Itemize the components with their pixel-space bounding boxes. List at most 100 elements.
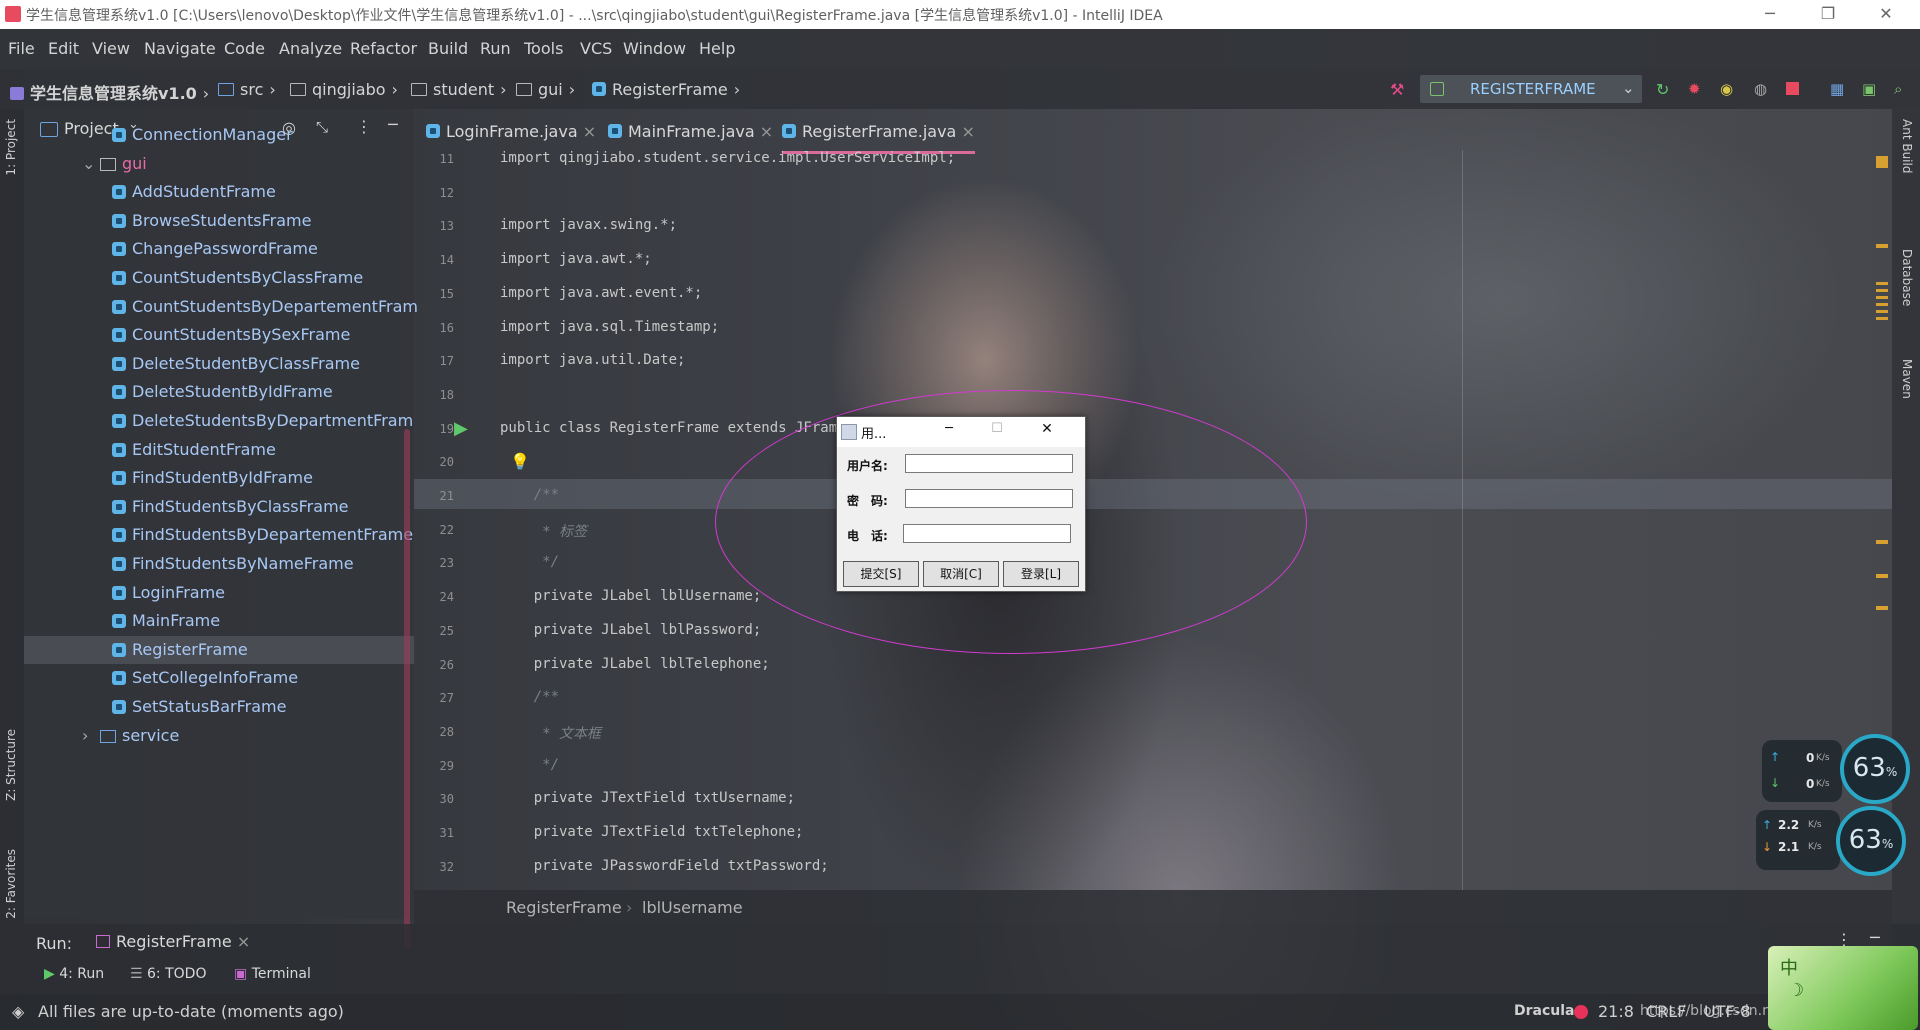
- ant-build-tool-tab[interactable]: Ant Build: [1900, 119, 1914, 173]
- debug-bug-icon[interactable]: ✹: [1688, 80, 1704, 98]
- dialog-close-button[interactable]: ✕: [1027, 421, 1067, 437]
- breadcrumb-field[interactable]: lblUsername: [642, 898, 743, 917]
- caret-position[interactable]: 21:8: [1598, 1002, 1634, 1021]
- hammer-build-icon[interactable]: ⚒: [1390, 80, 1406, 99]
- tree-class-item[interactable]: FindStudentsByDepartementFrame: [24, 521, 414, 549]
- menu-run[interactable]: Run: [480, 39, 511, 58]
- username-field[interactable]: [905, 454, 1073, 473]
- telephone-field[interactable]: [903, 524, 1071, 543]
- hide-panel-icon[interactable]: ─: [1870, 928, 1880, 947]
- todo-tool-button[interactable]: ☰ 6: TODO: [130, 966, 206, 982]
- tab-registerframe[interactable]: RegisterFrame.java ×: [782, 113, 975, 154]
- breadcrumb-class[interactable]: RegisterFrame: [506, 898, 622, 917]
- close-button[interactable]: ✕: [1866, 2, 1906, 26]
- tree-folder[interactable]: › service: [24, 722, 414, 750]
- error-stripe-marker[interactable]: [1876, 244, 1888, 248]
- status-layers-icon[interactable]: ◈: [12, 1002, 24, 1021]
- menu-vcs[interactable]: VCS: [580, 39, 612, 58]
- tree-folder[interactable]: ⌄ gui: [24, 150, 414, 178]
- crumb-qingjiabo[interactable]: qingjiabo ›: [290, 80, 404, 99]
- close-tab-icon[interactable]: ×: [583, 122, 596, 141]
- tree-class-item[interactable]: CountStudentsBySexFrame: [24, 321, 414, 349]
- stop-icon[interactable]: [1786, 82, 1799, 95]
- menu-analyze[interactable]: Analyze: [279, 39, 342, 58]
- chevron-right-icon[interactable]: ›: [82, 722, 88, 750]
- error-stripe-marker[interactable]: [1876, 156, 1888, 168]
- project-tool-tab[interactable]: 1: Project: [4, 119, 18, 176]
- menu-refactor[interactable]: Refactor: [350, 39, 417, 58]
- tree-class-item[interactable]: BrowseStudentsFrame: [24, 207, 414, 235]
- theme-label[interactable]: Dracula: [1514, 1003, 1574, 1019]
- run-configuration-select[interactable]: REGISTERFRAME ⌄: [1420, 75, 1642, 103]
- tree-class-item[interactable]: RegisterFrame: [24, 635, 414, 664]
- close-tab-icon[interactable]: ×: [961, 122, 974, 141]
- menu-view[interactable]: View: [92, 39, 130, 58]
- tree-class-item[interactable]: ChangePasswordFrame: [24, 235, 414, 263]
- error-stripe-marker[interactable]: [1876, 540, 1888, 544]
- tree-class-item[interactable]: SetStatusBarFrame: [24, 693, 414, 721]
- database-tool-tab[interactable]: Database: [1900, 249, 1914, 306]
- maven-tool-tab[interactable]: Maven: [1900, 359, 1914, 399]
- restore-button[interactable]: ❐: [1808, 2, 1848, 26]
- error-stripe-marker[interactable]: [1876, 282, 1888, 322]
- tree-class-item[interactable]: FindStudentsByClassFrame: [24, 493, 414, 521]
- crumb-src[interactable]: src ›: [218, 80, 282, 99]
- search-icon[interactable]: ⌕: [1894, 80, 1910, 98]
- tree-class-item[interactable]: EditStudentFrame: [24, 436, 414, 464]
- login-button[interactable]: 登录[L]: [1003, 561, 1079, 587]
- chevron-down-icon[interactable]: ⌄: [82, 150, 95, 178]
- usage-gauge-1[interactable]: 63%: [1840, 734, 1910, 804]
- run-gutter-icon[interactable]: ▶: [454, 418, 468, 439]
- menu-window[interactable]: Window: [623, 39, 686, 58]
- tree-class-item[interactable]: LoginFrame: [24, 579, 414, 607]
- dialog-minimize-button[interactable]: ─: [929, 421, 969, 436]
- tree-class-item[interactable]: DeleteStudentByIdFrame: [24, 378, 414, 406]
- tree-class-item[interactable]: ConnectionManager: [24, 121, 414, 149]
- tree-class-item[interactable]: CountStudentsByClassFrame: [24, 264, 414, 292]
- structure-tool-tab[interactable]: Z: Structure: [4, 729, 18, 801]
- submit-button[interactable]: 提交[S]: [843, 561, 919, 587]
- tree-class-item[interactable]: DeleteStudentsByDepartmentFram: [24, 407, 414, 435]
- terminal-tool-button[interactable]: ▣ Terminal: [234, 966, 311, 982]
- error-stripe-marker[interactable]: [1876, 574, 1888, 578]
- coverage-icon[interactable]: ◉: [1720, 80, 1736, 98]
- menu-navigate[interactable]: Navigate: [144, 39, 216, 58]
- tab-mainframe[interactable]: MainFrame.java ×: [608, 113, 773, 151]
- usage-gauge-2[interactable]: 63%: [1836, 806, 1906, 876]
- crumb-student[interactable]: student ›: [411, 80, 513, 99]
- profile-icon[interactable]: ◍: [1754, 80, 1770, 98]
- close-tab-icon[interactable]: ×: [237, 932, 250, 951]
- menu-file[interactable]: File: [8, 39, 35, 58]
- tree-class-item[interactable]: FindStudentByIdFrame: [24, 464, 414, 492]
- tree-class-item[interactable]: CountStudentsByDepartementFram: [24, 293, 418, 321]
- cancel-button[interactable]: 取消[C]: [923, 561, 999, 587]
- menu-edit[interactable]: Edit: [48, 39, 79, 58]
- project-crumb[interactable]: 学生信息管理系统v1.0 ›: [10, 80, 215, 104]
- rerun-icon[interactable]: ↻: [1656, 80, 1672, 99]
- menu-build[interactable]: Build: [428, 39, 468, 58]
- crumb-registerframe[interactable]: RegisterFrame ›: [592, 80, 746, 99]
- menu-help[interactable]: Help: [699, 39, 735, 58]
- password-field[interactable]: [905, 489, 1073, 508]
- tree-class-item[interactable]: DeleteStudentByClassFrame: [24, 350, 414, 378]
- close-tab-icon[interactable]: ×: [760, 122, 773, 141]
- tab-loginframe[interactable]: LoginFrame.java ×: [426, 113, 596, 151]
- error-stripe-marker[interactable]: [1876, 606, 1888, 610]
- tree-class-item[interactable]: SetCollegeInfoFrame: [24, 664, 414, 692]
- minimize-button[interactable]: ─: [1750, 2, 1790, 26]
- crumb-gui[interactable]: gui ›: [516, 80, 581, 99]
- favorites-tool-tab[interactable]: 2: Favorites: [4, 849, 18, 919]
- run-tool-button[interactable]: ▶ 4: Run: [44, 966, 104, 982]
- tree-class-item[interactable]: MainFrame: [24, 607, 414, 635]
- terminal-icon[interactable]: ▣: [1862, 80, 1878, 98]
- project-structure-icon[interactable]: ▦: [1830, 80, 1846, 98]
- tree-class-item[interactable]: FindStudentsByNameFrame: [24, 550, 414, 578]
- tree-scrollbar[interactable]: [404, 429, 410, 949]
- lightbulb-icon[interactable]: 💡: [510, 452, 530, 471]
- dialog-maximize-button[interactable]: ☐: [977, 421, 1017, 436]
- ime-indicator[interactable]: 中 ☽: [1768, 946, 1918, 1030]
- menu-code[interactable]: Code: [224, 39, 265, 58]
- run-tab-registerframe[interactable]: RegisterFrame ×: [96, 932, 250, 951]
- tree-class-item[interactable]: AddStudentFrame: [24, 178, 414, 206]
- menu-tools[interactable]: Tools: [524, 39, 563, 58]
